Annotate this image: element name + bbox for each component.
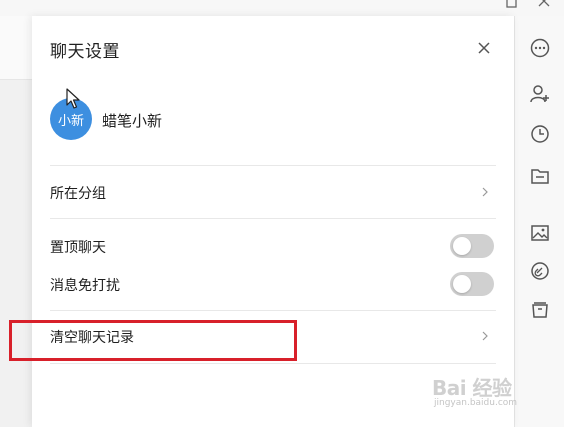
history-icon[interactable]	[529, 123, 551, 145]
mouse-cursor-icon	[66, 88, 80, 109]
group-label: 所在分组	[50, 186, 106, 202]
more-icon[interactable]	[529, 37, 551, 59]
highlight-annotation	[9, 320, 297, 361]
mute-label: 消息免打扰	[50, 278, 120, 294]
toggle-knob	[453, 275, 471, 293]
close-icon[interactable]	[473, 37, 495, 59]
divider	[50, 218, 496, 219]
group-row[interactable]: 所在分组	[32, 166, 514, 218]
restore-icon[interactable]	[504, 0, 520, 12]
folder-icon[interactable]	[529, 165, 551, 187]
watermark: Bai 经验 jingyan.baidu.com	[432, 368, 552, 414]
watermark-brand: Bai 经验	[432, 376, 512, 400]
add-contact-icon[interactable]	[529, 83, 551, 105]
toggle-knob	[453, 237, 471, 255]
chevron-right-icon	[482, 331, 488, 341]
chat-settings-panel: 聊天设置 小新 蜡笔小新 所在分组 置顶聊天 消息免打扰 清空聊天记录	[32, 16, 514, 427]
window-titlebar	[0, 0, 564, 16]
chevron-right-icon	[482, 187, 488, 197]
right-tool-rail	[514, 16, 564, 427]
pin-chat-row: 置顶聊天	[32, 229, 514, 263]
panel-title: 聊天设置	[50, 42, 120, 62]
divider	[50, 363, 496, 364]
mute-toggle[interactable]	[450, 272, 494, 296]
image-icon[interactable]	[529, 222, 551, 244]
close-window-icon[interactable]	[536, 0, 552, 12]
pin-chat-label: 置顶聊天	[50, 240, 106, 256]
watermark-url: jingyan.baidu.com	[434, 398, 518, 408]
mute-row: 消息免打扰	[32, 267, 514, 301]
user-name: 蜡笔小新	[102, 112, 163, 130]
archive-icon[interactable]	[529, 299, 551, 321]
pin-chat-toggle[interactable]	[450, 234, 494, 258]
link-icon[interactable]	[529, 260, 551, 282]
